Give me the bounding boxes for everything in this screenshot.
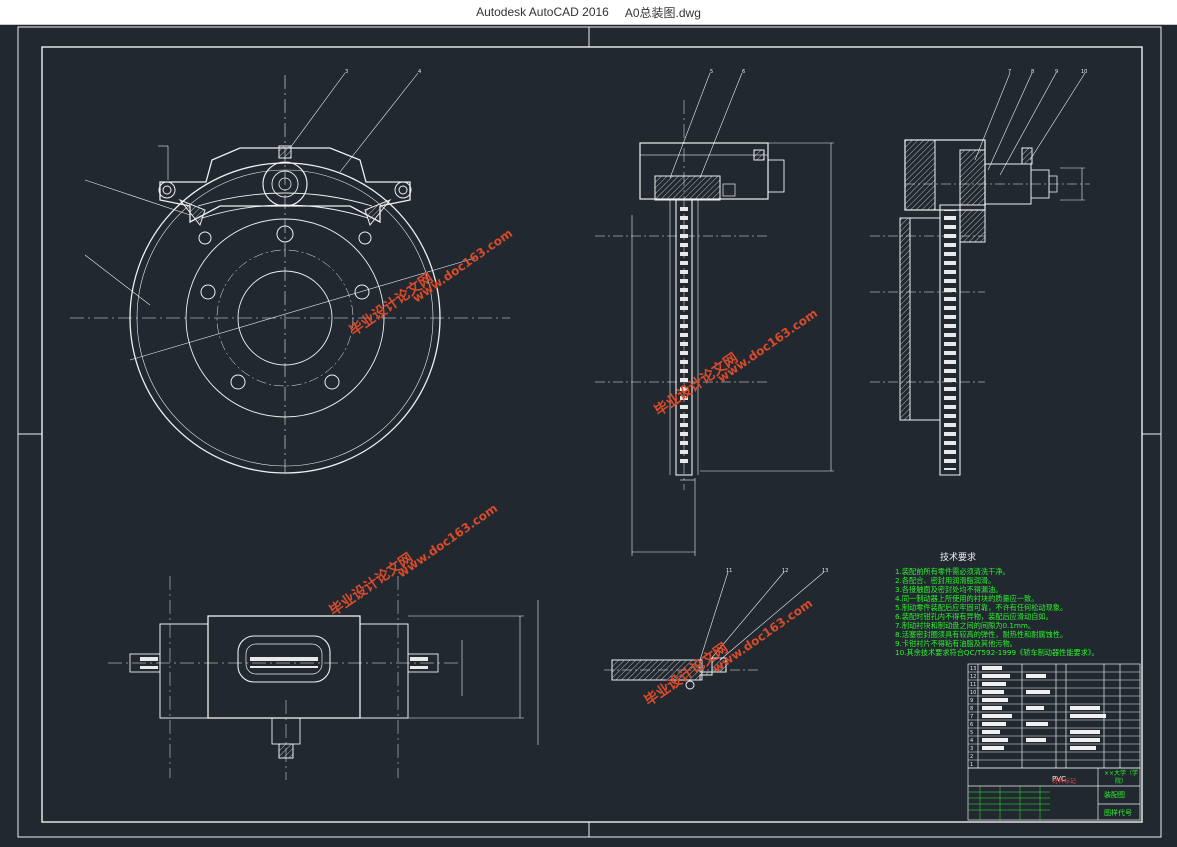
svg-text:4: 4 [970, 738, 973, 744]
tech-req-5: 5.制动零件装配后应牢固可靠，不许有任何松动现象。 [895, 603, 1068, 612]
balloon-labels-detail: 11 12 13 [726, 568, 828, 574]
app-title: Autodesk AutoCAD 2016 [476, 5, 609, 19]
balloon-7: 7 [1008, 69, 1011, 75]
svg-text:7: 7 [970, 714, 973, 720]
tech-req-3: 3.各接触面及密封处均不得漏油。 [895, 585, 1003, 594]
balloon-labels-front: 3 4 [345, 69, 421, 75]
svg-text:8: 8 [970, 706, 973, 712]
balloon-labels-side: 5 6 [710, 69, 745, 75]
tech-req-10: 10.其余技术要求符合QC/T592-1999《轿车制动器性能要求》。 [895, 648, 1099, 657]
section-view [870, 72, 1090, 476]
balloon-13: 13 [822, 568, 828, 574]
balloon-9: 9 [1055, 69, 1058, 75]
tech-req-9: 9.卡钳衬片不得粘有油脂及其他污物。 [895, 639, 1017, 648]
balloon-8: 8 [1031, 69, 1034, 75]
drawing-code: 图样代号 [1104, 809, 1132, 817]
svg-text:5: 5 [970, 730, 973, 736]
svg-text:9: 9 [970, 698, 973, 704]
balloon-6: 6 [742, 69, 745, 75]
balloon-10: 10 [1081, 69, 1087, 75]
svg-text:1: 1 [970, 762, 973, 768]
tech-req-2: 2.各配合、密封用润滑脂润滑。 [895, 576, 996, 585]
file-name: A0总装图.dwg [624, 5, 701, 20]
svg-text:12: 12 [970, 674, 976, 680]
tech-requirements: 1.装配前所有零件需必须清洗干净。 2.各配合、密封用润滑脂润滑。 3.各接触面… [895, 567, 1099, 657]
tech-requirements-title: 技术要求 [940, 553, 977, 563]
org-name: ××大学（学院） [1103, 770, 1139, 785]
tech-req-6: 6.装配时钳孔内不得有异物，装配后应滑动自如。 [895, 612, 1053, 621]
tech-req-8: 8.活塞密封圈须具有较高的弹性，耐热性和耐腐蚀性。 [895, 630, 1068, 639]
drawing-name: 装配图 [1104, 791, 1125, 799]
svg-text:13: 13 [970, 666, 976, 672]
svg-text:11: 11 [970, 682, 976, 688]
parts-list: 13 12 11 10 9 8 7 6 5 4 3 2 1 [967, 663, 1141, 769]
svg-text:10: 10 [970, 690, 976, 696]
balloon-labels-section: 7 8 9 10 [1008, 69, 1087, 75]
balloon-4: 4 [418, 69, 421, 75]
material-label: 材料标记 [1052, 778, 1077, 785]
balloon-3: 3 [345, 69, 348, 75]
window-title-bar: Autodesk AutoCAD 2016 A0总装图.dwg [0, 0, 1177, 25]
balloon-5: 5 [710, 69, 713, 75]
drawing-canvas[interactable]: 3 4 5 6 7 8 9 10 11 12 13 13 12 11 10 9 … [0, 24, 1177, 843]
tech-req-4: 4.同一制动器上所使用的衬块的质量应一致。 [895, 594, 1039, 603]
top-view [108, 576, 539, 780]
svg-text:2: 2 [970, 754, 973, 760]
detail-view [604, 571, 825, 690]
tech-req-7: 7.制动衬块和制动盘之间的间隙为0.1mm。 [895, 621, 1036, 630]
tech-req-1: 1.装配前所有零件需必须清洗干净。 [895, 567, 1010, 576]
cad-drawing-svg[interactable]: 3 4 5 6 7 8 9 10 11 12 13 13121110 9876 … [0, 24, 1177, 843]
balloon-11: 11 [726, 568, 732, 574]
svg-text:6: 6 [970, 722, 973, 728]
balloon-12: 12 [782, 568, 788, 574]
svg-text:3: 3 [970, 746, 973, 752]
